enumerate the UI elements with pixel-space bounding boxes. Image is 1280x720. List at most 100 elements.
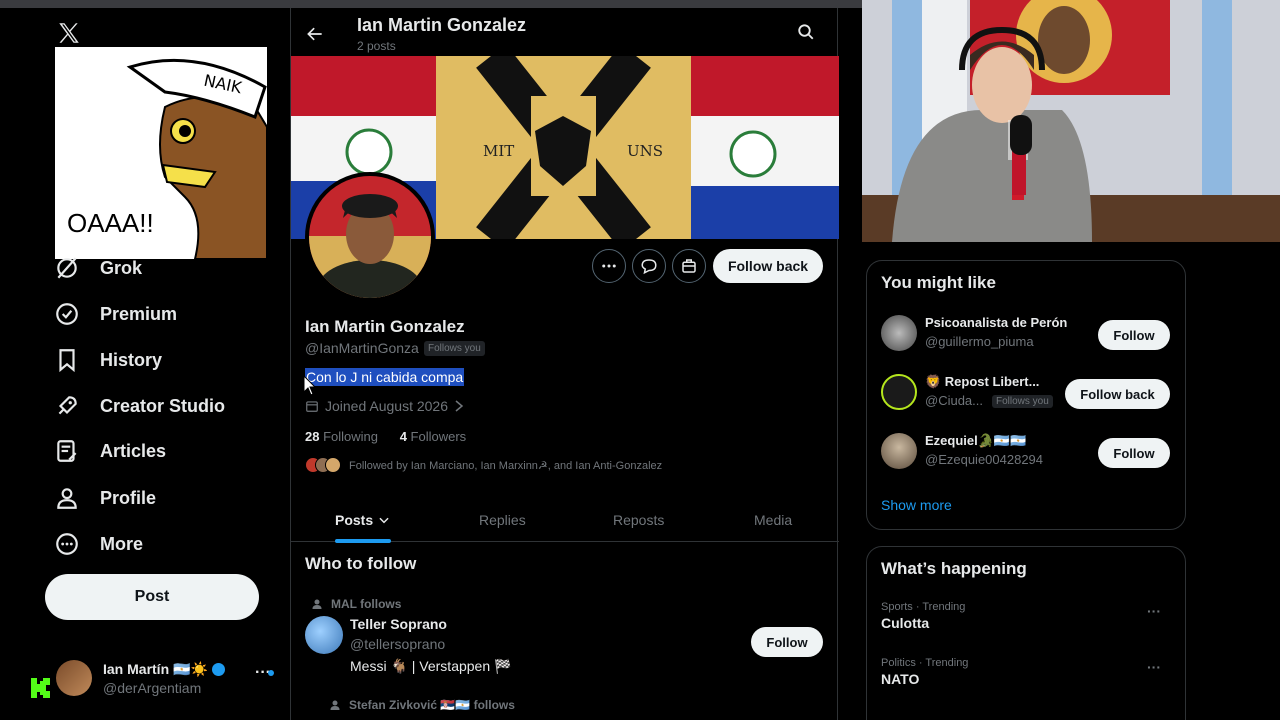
suggestion-handle: @Ciuda... bbox=[925, 393, 983, 408]
suggestion-name[interactable]: Teller Soprano bbox=[350, 616, 447, 632]
nav-articles[interactable]: Articles bbox=[54, 434, 166, 468]
account-handle: @derArgentiam bbox=[103, 680, 202, 696]
tab-reposts[interactable]: Reposts bbox=[613, 498, 664, 542]
chevron-down-icon bbox=[379, 517, 389, 524]
trend-more-button[interactable]: ··· bbox=[1147, 603, 1161, 619]
rocket-icon bbox=[58, 396, 77, 415]
follow-button[interactable]: Follow bbox=[1098, 320, 1170, 350]
bookmark-icon bbox=[59, 349, 75, 373]
profile-name: Ian Martin Gonzalez bbox=[305, 317, 465, 336]
trend-category: Sports · Trending bbox=[881, 601, 966, 613]
suggestion-context: Stefan Zivković 🇷🇸🇦🇷 follows bbox=[330, 698, 515, 712]
trend-more-button[interactable]: ··· bbox=[1147, 659, 1161, 675]
nav-premium[interactable]: Premium bbox=[54, 297, 177, 331]
notification-dot bbox=[268, 670, 274, 676]
person-icon bbox=[312, 599, 322, 609]
post-button[interactable]: Post bbox=[45, 574, 259, 620]
whats-happening-panel: What’s happening Sports · Trending Culot… bbox=[866, 546, 1186, 720]
nav-label: Premium bbox=[100, 303, 178, 324]
nav-label: Profile bbox=[100, 487, 157, 508]
suggestion-handle: @guillermo_piuma bbox=[925, 334, 1034, 349]
follow-button[interactable]: Follow bbox=[1098, 438, 1170, 468]
trend-category: Politics · Trending bbox=[881, 657, 969, 669]
avatar[interactable] bbox=[881, 315, 917, 351]
ellipsis-icon bbox=[602, 264, 616, 268]
webcam-overlay bbox=[862, 0, 1280, 242]
message-button[interactable] bbox=[632, 249, 666, 283]
suggestion-row[interactable]: Psicoanalista de Perón @guillermo_piuma … bbox=[881, 313, 1173, 357]
search-icon[interactable] bbox=[797, 23, 815, 41]
tab-media[interactable]: Media bbox=[754, 498, 792, 542]
profile-handle: @IanMartinGonza bbox=[305, 340, 419, 356]
active-tab-indicator bbox=[335, 539, 391, 543]
more-circle-icon bbox=[56, 533, 78, 555]
trend-item[interactable]: Politics · Trending NATO ··· bbox=[881, 657, 1171, 687]
trend-name: Culotta bbox=[881, 615, 930, 631]
meme-shout-text: OAAA!! bbox=[67, 208, 154, 238]
follows-you-badge: Follows you bbox=[424, 341, 485, 356]
nav-history[interactable]: History bbox=[54, 343, 162, 377]
who-to-follow-item[interactable]: MAL follows Teller Soprano @tellersopran… bbox=[305, 596, 825, 686]
nav-label: More bbox=[100, 533, 144, 554]
avatar[interactable] bbox=[881, 374, 917, 410]
kick-logo-icon bbox=[31, 678, 50, 698]
account-switcher[interactable]: Ian Martín 🇦🇷☀️ @derArgentiam ··· bbox=[56, 658, 276, 702]
browser-top-strip bbox=[0, 0, 862, 8]
follow-stats: 28 Following 4 Followers bbox=[305, 429, 466, 444]
tab-posts[interactable]: Posts bbox=[335, 498, 391, 542]
nav-label: Grok bbox=[100, 257, 143, 278]
grok-summary-button[interactable] bbox=[672, 249, 706, 283]
premium-icon bbox=[56, 303, 78, 325]
profile-bio: Con lo J ni cabida compa bbox=[305, 368, 465, 386]
verified-badge-icon bbox=[211, 663, 225, 676]
nav-more[interactable]: More bbox=[54, 527, 143, 561]
suggestion-row[interactable]: 🦁 Repost Libert... @Ciuda... Follows you… bbox=[881, 372, 1173, 416]
page-title: Ian Martin Gonzalez bbox=[357, 15, 527, 35]
banner-left-text: MIT bbox=[483, 142, 514, 160]
suggestion-row[interactable]: Ezequiel🐊🇦🇷🇦🇷 @Ezequie00428294 Follow bbox=[881, 431, 1173, 475]
meme-image: NAIK OAAA!! bbox=[55, 47, 267, 259]
grok-icon bbox=[57, 257, 77, 279]
nav-label: History bbox=[100, 349, 163, 370]
suggestion-handle: @Ezequie00428294 bbox=[925, 452, 1044, 467]
calendar-icon bbox=[306, 401, 318, 412]
follow-button[interactable]: Follow bbox=[751, 627, 823, 657]
suggestion-name[interactable]: Psicoanalista de Perón bbox=[925, 315, 1067, 330]
trend-item[interactable]: Sports · Trending Culotta ··· bbox=[881, 601, 1171, 631]
followers-link[interactable]: 4 Followers bbox=[400, 429, 466, 444]
chevron-right-icon[interactable] bbox=[454, 400, 464, 412]
you-might-like-panel: You might like Psicoanalista de Perón @g… bbox=[866, 260, 1186, 530]
profile-column: Ian Martin Gonzalez 2 posts MIT UNS Foll… bbox=[290, 8, 839, 720]
suggestion-name[interactable]: 🦁 Repost Libert... bbox=[925, 374, 1039, 390]
mouse-cursor-icon bbox=[303, 375, 317, 396]
show-more-link[interactable]: Show more bbox=[881, 497, 952, 513]
nav-creator-studio[interactable]: Creator Studio bbox=[54, 389, 225, 423]
who-to-follow-title: Who to follow bbox=[305, 554, 417, 573]
profile-tabs: Posts Replies Reposts Media bbox=[291, 498, 839, 543]
nav-grok[interactable]: Grok bbox=[54, 251, 142, 285]
followed-by[interactable]: Followed by Ian Marciano, Ian Marxinn☭, … bbox=[305, 457, 662, 473]
joined-date: Joined August 2026 bbox=[305, 398, 464, 414]
back-arrow-icon[interactable] bbox=[305, 24, 325, 44]
nav-label: Articles bbox=[100, 440, 167, 461]
avatar[interactable] bbox=[881, 433, 917, 469]
more-options-button[interactable] bbox=[592, 249, 626, 283]
panel-title: What’s happening bbox=[881, 559, 1027, 578]
person-icon bbox=[330, 700, 340, 710]
follow-back-button[interactable]: Follow back bbox=[713, 249, 823, 283]
suggestion-context: MAL follows bbox=[312, 597, 401, 611]
profile-avatar[interactable] bbox=[305, 172, 435, 302]
following-link[interactable]: 28 Following bbox=[305, 429, 378, 444]
account-name: Ian Martín 🇦🇷☀️ bbox=[103, 661, 225, 678]
person-icon bbox=[57, 488, 77, 509]
follow-back-button[interactable]: Follow back bbox=[1065, 379, 1170, 409]
avatar bbox=[56, 660, 92, 696]
avatar[interactable] bbox=[305, 616, 343, 654]
suggestion-handle: @tellersoprano bbox=[350, 636, 446, 652]
articles-icon bbox=[57, 440, 77, 462]
x-logo[interactable] bbox=[56, 20, 82, 46]
tab-replies[interactable]: Replies bbox=[479, 498, 526, 542]
suggestion-name[interactable]: Ezequiel🐊🇦🇷🇦🇷 bbox=[925, 433, 1026, 449]
panel-title: You might like bbox=[881, 273, 996, 292]
nav-profile[interactable]: Profile bbox=[54, 481, 156, 515]
